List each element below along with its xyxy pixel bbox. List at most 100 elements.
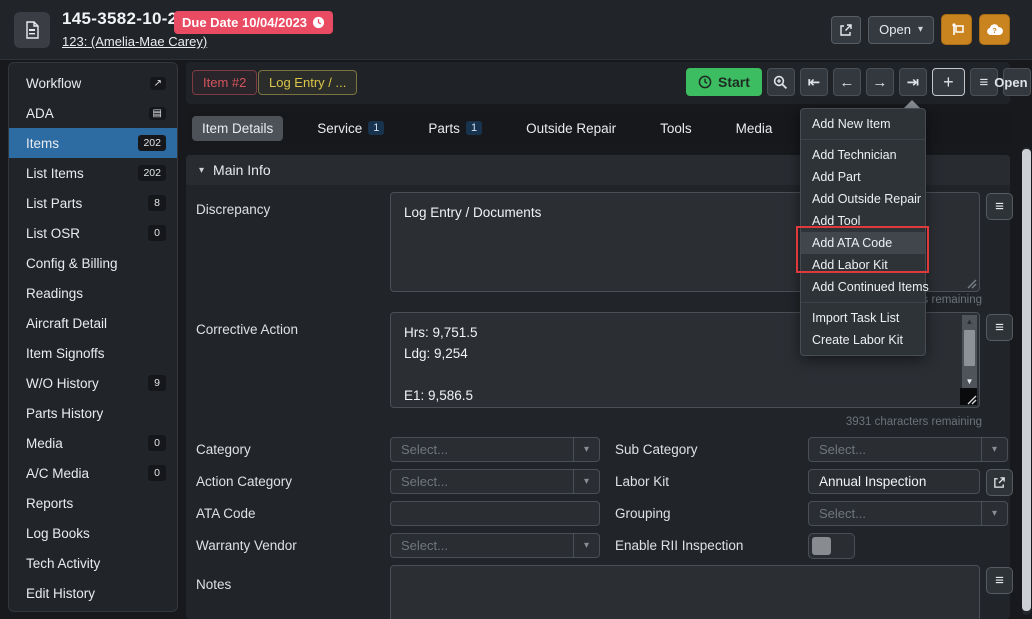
warranty-vendor-select[interactable]: Select... ▾ xyxy=(390,533,600,558)
discrepancy-characters-remaining: rs remaining xyxy=(919,294,982,306)
discrepancy-menu-button[interactable]: ≡ xyxy=(986,193,1013,220)
page-scrollbar-thumb[interactable] xyxy=(1022,149,1031,611)
signoff-flag-button[interactable] xyxy=(941,14,972,45)
grouping-placeholder: Select... xyxy=(809,506,981,521)
sidebar-item-media[interactable]: Media0 xyxy=(9,428,177,458)
labor-kit-input[interactable]: Annual Inspection xyxy=(808,469,980,494)
start-button[interactable]: Start xyxy=(686,68,762,96)
notes-label: Notes xyxy=(196,577,231,592)
sidebar-item-edit-history[interactable]: Edit History xyxy=(9,578,177,608)
menu-divider xyxy=(801,139,925,140)
notes-textarea[interactable] xyxy=(390,565,980,619)
corrective-action-menu-button[interactable]: ≡ xyxy=(986,314,1013,341)
labor-kit-value: Annual Inspection xyxy=(809,474,979,489)
sidebar-item-parts-history[interactable]: Parts History xyxy=(9,398,177,428)
menu-item-add-part[interactable]: Add Part xyxy=(801,166,925,188)
grouping-select[interactable]: Select... ▾ xyxy=(808,501,1008,526)
menu-item-add-ata-code[interactable]: Add ATA Code xyxy=(801,232,925,254)
resize-handle-active[interactable] xyxy=(960,388,977,405)
menu-item-add-new-item[interactable]: Add New Item xyxy=(801,113,925,135)
ata-code-input[interactable] xyxy=(390,501,600,526)
sidebar-item-label: List Items xyxy=(26,166,84,181)
log-entry-tag[interactable]: Log Entry / ... xyxy=(258,70,357,95)
external-link-icon: ↗ xyxy=(150,77,166,90)
last-item-button[interactable]: ⇥ xyxy=(899,68,927,96)
cloud-question-icon: ? xyxy=(986,23,1004,37)
tab-parts[interactable]: Parts1 xyxy=(418,116,492,141)
chevron-down-icon: ▾ xyxy=(918,24,923,35)
toolbar-actions: Start ⇤ ← → ⇥ + ≡ Open ▾ xyxy=(686,68,1031,96)
menu-item-add-technician[interactable]: Add Technician xyxy=(801,144,925,166)
sidebar-item-tech-activity[interactable]: Tech Activity xyxy=(9,548,177,578)
sidebar-item-readings[interactable]: Readings xyxy=(9,278,177,308)
menu-item-add-continued-items[interactable]: Add Continued Items xyxy=(801,276,925,298)
menu-item-create-labor-kit[interactable]: Create Labor Kit xyxy=(801,329,925,351)
sidebar-item-items[interactable]: Items202 xyxy=(9,128,177,158)
resize-handle-icon[interactable] xyxy=(965,277,977,289)
count-badge: 0 xyxy=(148,435,166,451)
enable-rii-toggle[interactable] xyxy=(808,533,855,559)
header-open-dropdown[interactable]: Open ▾ xyxy=(868,16,934,44)
tab-media[interactable]: Media xyxy=(726,116,783,141)
sidebar-item-log-books[interactable]: Log Books xyxy=(9,518,177,548)
toolbar-open-label: Open xyxy=(994,75,1027,90)
search-button[interactable] xyxy=(767,68,795,96)
tab-label: Item Details xyxy=(202,121,273,136)
sidebar-item-workflow[interactable]: Workflow↗ xyxy=(9,68,177,98)
sidebar-item-config-billing[interactable]: Config & Billing xyxy=(9,248,177,278)
hamburger-icon: ≡ xyxy=(995,319,1004,336)
sidebar-item-ada[interactable]: ADA▤ xyxy=(9,98,177,128)
menu-item-import-task-list[interactable]: Import Task List xyxy=(801,307,925,329)
sidebar-item-label: Log Books xyxy=(26,526,90,541)
action-category-select[interactable]: Select... ▾ xyxy=(390,469,600,494)
sidebar-item-item-signoffs[interactable]: Item Signoffs xyxy=(9,338,177,368)
tab-item-details[interactable]: Item Details xyxy=(192,116,283,141)
menu-divider xyxy=(801,302,925,303)
tab-tools[interactable]: Tools xyxy=(650,116,702,141)
corrective-action-label: Corrective Action xyxy=(196,322,298,337)
page-scrollbar[interactable] xyxy=(1022,147,1031,615)
sidebar-item-aircraft-detail[interactable]: Aircraft Detail xyxy=(9,308,177,338)
chevron-down-icon: ▾ xyxy=(573,438,599,461)
count-badge: 8 xyxy=(148,195,166,211)
textarea-scrollbar[interactable]: ▲ ▼ xyxy=(962,315,977,388)
item-number-tag[interactable]: Item #2 xyxy=(192,70,257,95)
tab-service[interactable]: Service1 xyxy=(307,116,394,141)
collapse-caret-icon: ▾ xyxy=(199,165,204,176)
next-item-button[interactable]: → xyxy=(866,68,894,96)
action-category-placeholder: Select... xyxy=(391,474,573,489)
sidebar-item-label: Items xyxy=(26,136,59,151)
customer-link[interactable]: 123: (Amelia-Mae Carey) xyxy=(62,34,207,49)
toolbar-open-dropdown[interactable]: Open ▾ xyxy=(1003,68,1031,96)
menu-item-add-tool[interactable]: Add Tool xyxy=(801,210,925,232)
menu-item-add-outside-repair[interactable]: Add Outside Repair xyxy=(801,188,925,210)
corrective-action-line xyxy=(404,364,966,385)
add-menu-button[interactable]: + xyxy=(932,68,965,96)
sub-category-select[interactable]: Select... ▾ xyxy=(808,437,1008,462)
sidebar-item-label: List OSR xyxy=(26,226,80,241)
sidebar-item-list-items[interactable]: List Items202 xyxy=(9,158,177,188)
svg-text:?: ? xyxy=(992,26,996,35)
open-external-button[interactable] xyxy=(831,16,861,44)
first-item-button[interactable]: ⇤ xyxy=(800,68,828,96)
category-select[interactable]: Select... ▾ xyxy=(390,437,600,462)
notes-menu-button[interactable]: ≡ xyxy=(986,567,1013,594)
cloud-help-button[interactable]: ? xyxy=(979,14,1010,45)
sidebar-item-list-osr[interactable]: List OSR0 xyxy=(9,218,177,248)
labor-kit-open-button[interactable] xyxy=(986,469,1013,496)
start-clock-icon xyxy=(698,75,712,89)
previous-item-button[interactable]: ← xyxy=(833,68,861,96)
document-button[interactable] xyxy=(14,12,50,48)
sidebar-item-w-o-history[interactable]: W/O History9 xyxy=(9,368,177,398)
chevron-down-icon: ▾ xyxy=(981,438,1007,461)
menu-item-add-labor-kit[interactable]: Add Labor Kit xyxy=(801,254,925,276)
scrollbar-thumb[interactable] xyxy=(964,330,975,366)
add-dropdown-menu: Add New Item Add TechnicianAdd PartAdd Ou… xyxy=(800,108,926,356)
sidebar-item-reports[interactable]: Reports xyxy=(9,488,177,518)
corrective-action-line: E1: 9,586.5 xyxy=(404,385,966,406)
sidebar-item-list-parts[interactable]: List Parts8 xyxy=(9,188,177,218)
count-badge: 9 xyxy=(148,375,166,391)
sidebar-item-a-c-media[interactable]: A/C Media0 xyxy=(9,458,177,488)
top-header: 145-3582-10-2023 Due Date 10/04/2023 123… xyxy=(0,0,1032,60)
tab-outside-repair[interactable]: Outside Repair xyxy=(516,116,626,141)
